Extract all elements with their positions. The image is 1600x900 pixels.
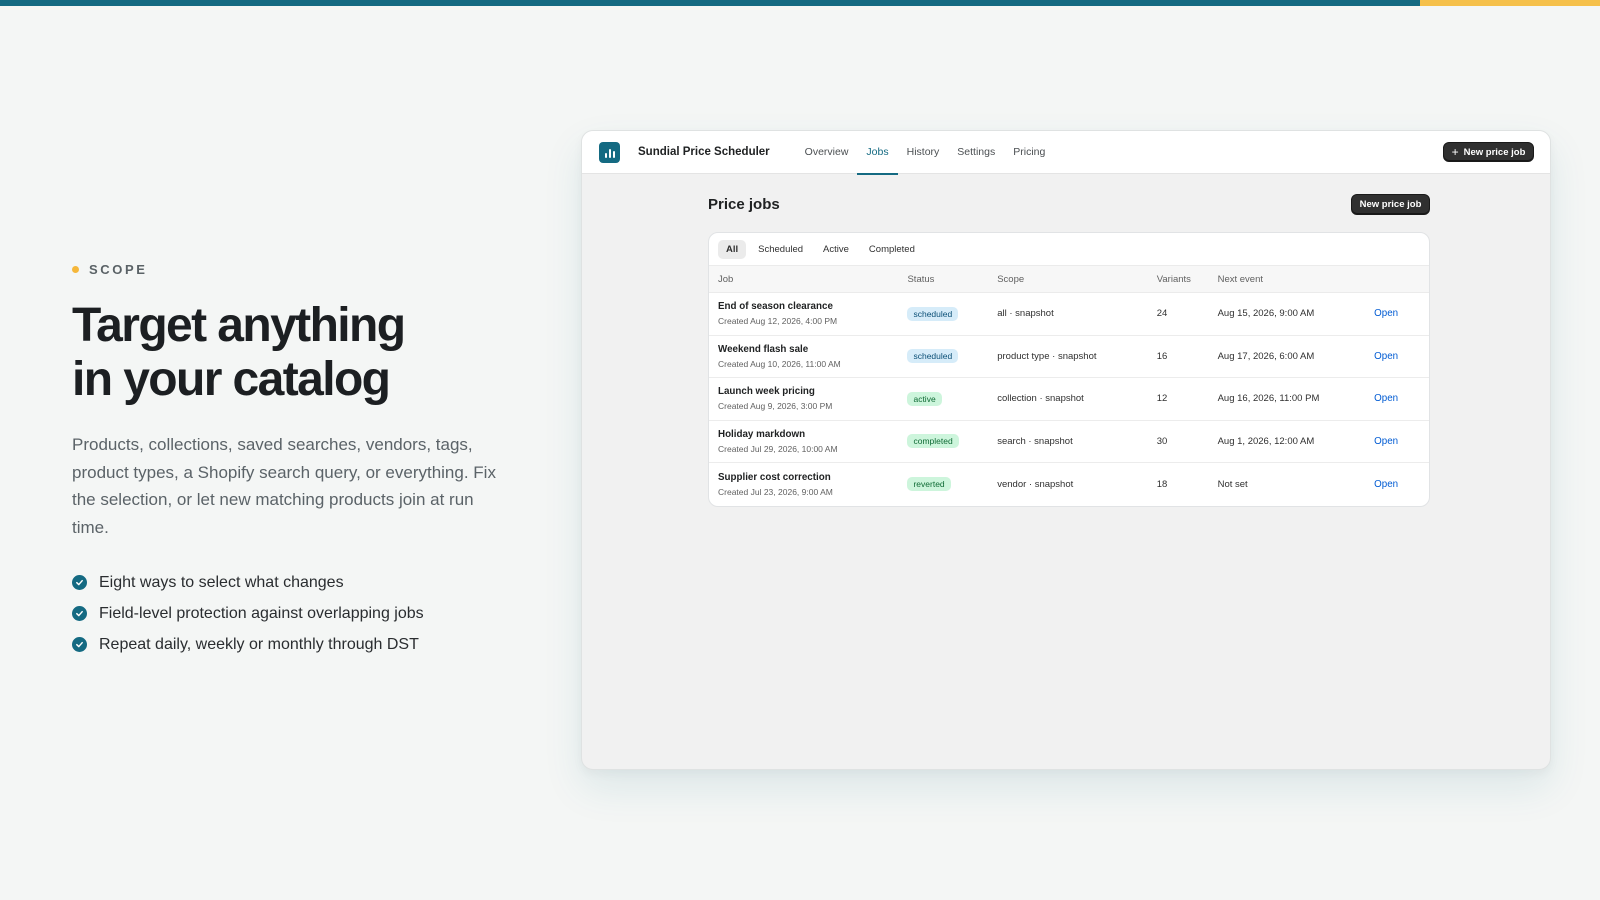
variants-cell: 24 (1156, 308, 1168, 320)
table-row: Holiday markdown Created Jul 29, 2026, 1… (709, 421, 1429, 463)
feature-label: Repeat daily, weekly or monthly through … (99, 635, 419, 653)
filter-tabs: All Scheduled Active Completed (709, 233, 1429, 265)
jobs-table-card: All Scheduled Active Completed Job Statu… (708, 232, 1430, 507)
variants-cell: 18 (1156, 478, 1168, 490)
feature-item: Eight ways to select what changes (72, 567, 512, 598)
job-created: Created Aug 10, 2026, 11:00 AM (718, 358, 841, 369)
hero-description: Products, collections, saved searches, v… (72, 435, 496, 537)
variants-cell: 16 (1156, 350, 1168, 362)
feature-item: Field-level protection against overlappi… (72, 598, 512, 629)
tab-pricing[interactable]: Pricing (1004, 131, 1054, 174)
top-accent-bar (0, 0, 1600, 6)
feature-label: Eight ways to select what changes (99, 573, 344, 591)
job-cell: Weekend flash sale Created Aug 10, 2026,… (709, 344, 907, 369)
scope-cell: all · snapshot (997, 308, 1054, 320)
check-icon (72, 575, 87, 590)
feature-label: Field-level protection against overlappi… (99, 604, 424, 622)
status-badge: scheduled (907, 349, 959, 364)
page-title: Price jobs (708, 196, 780, 213)
bar-chart-logo-icon (599, 141, 620, 163)
status-badge: active (907, 391, 942, 406)
job-cell: Supplier cost correction Created Jul 23,… (709, 472, 907, 497)
app-nav: Overview Jobs History Settings Pricing (796, 131, 1055, 175)
hero-headline: Target anything in your catalog (72, 299, 512, 407)
hero-section: SCOPE Target anything in your catalog Pr… (72, 262, 512, 660)
feature-item: Repeat daily, weekly or monthly through … (72, 629, 512, 660)
table-row: End of season clearance Created Aug 12, … (709, 293, 1429, 336)
open-link[interactable]: Open (1374, 351, 1398, 362)
status-badge: completed (907, 434, 959, 449)
feature-list: Eight ways to select what changes Field-… (72, 567, 512, 660)
job-cell: Holiday markdown Created Jul 29, 2026, 1… (709, 429, 907, 454)
status-cell: active (907, 391, 997, 406)
open-link[interactable]: Open (1374, 436, 1398, 447)
check-icon (72, 637, 87, 652)
scope-cell: collection · snapshot (997, 393, 1084, 405)
app-window: Sundial Price Scheduler Overview Jobs Hi… (581, 130, 1551, 770)
variants-cell: 30 (1156, 435, 1168, 447)
status-cell: reverted (907, 477, 997, 492)
eyebrow-label: SCOPE (89, 262, 148, 277)
job-name: Holiday markdown (718, 428, 806, 440)
status-cell: scheduled (907, 306, 997, 321)
next-event-cell: Aug 15, 2026, 9:00 AM (1217, 308, 1315, 320)
status-cell: scheduled (907, 349, 997, 364)
filter-all[interactable]: All (718, 239, 747, 259)
column-scope: Scope (997, 273, 1025, 285)
eyebrow: SCOPE (72, 262, 512, 277)
table-row: Launch week pricing Created Aug 9, 2026,… (709, 378, 1429, 421)
table-row: Supplier cost correction Created Jul 23,… (709, 463, 1429, 506)
status-badge: scheduled (907, 306, 959, 321)
column-next-event: Next event (1217, 273, 1264, 285)
scope-cell: vendor · snapshot (997, 478, 1074, 490)
job-created: Created Jul 29, 2026, 10:00 AM (718, 443, 838, 454)
column-status: Status (907, 273, 935, 285)
job-cell: End of season clearance Created Aug 12, … (709, 301, 907, 326)
column-variants: Variants (1156, 273, 1191, 285)
next-event-cell: Aug 17, 2026, 6:00 AM (1217, 350, 1315, 362)
column-job: Job (718, 273, 734, 285)
job-name: Weekend flash sale (718, 343, 809, 355)
filter-scheduled[interactable]: Scheduled (750, 240, 811, 259)
next-event-cell: Aug 1, 2026, 12:00 AM (1217, 435, 1315, 447)
scope-cell: product type · snapshot (997, 350, 1097, 362)
new-price-job-button[interactable]: New price job (1351, 194, 1430, 215)
plus-icon: + (1451, 145, 1459, 159)
job-name: Launch week pricing (718, 386, 815, 398)
header-new-price-job-button[interactable]: + New price job (1443, 142, 1534, 162)
status-cell: completed (907, 434, 997, 449)
job-name: Supplier cost correction (718, 471, 831, 483)
job-created: Created Aug 12, 2026, 4:00 PM (718, 316, 838, 327)
tab-settings[interactable]: Settings (948, 131, 1004, 174)
table-header: Job Status Scope Variants Next event (709, 265, 1429, 293)
top-accent-gold (1420, 0, 1600, 6)
eyebrow-dot-icon (72, 266, 79, 273)
next-event-cell: Aug 16, 2026, 11:00 PM (1217, 393, 1320, 405)
app-name: Sundial Price Scheduler (638, 146, 770, 158)
header-new-price-job-label: New price job (1463, 146, 1526, 158)
top-accent-teal (0, 0, 1420, 6)
job-cell: Launch week pricing Created Aug 9, 2026,… (709, 386, 907, 411)
tab-jobs[interactable]: Jobs (857, 131, 898, 175)
tab-history[interactable]: History (898, 131, 949, 174)
job-created: Created Jul 23, 2026, 9:00 AM (718, 486, 833, 497)
hero-headline-line1: Target anything (72, 299, 406, 352)
app-header: Sundial Price Scheduler Overview Jobs Hi… (582, 131, 1550, 175)
status-badge: reverted (907, 477, 951, 492)
open-link[interactable]: Open (1374, 393, 1398, 404)
check-icon (72, 606, 87, 621)
next-event-cell: Not set (1217, 478, 1248, 490)
job-name: End of season clearance (718, 301, 833, 313)
tab-overview[interactable]: Overview (796, 131, 858, 174)
page-header: Price jobs New price job (708, 194, 1430, 215)
job-created: Created Aug 9, 2026, 3:00 PM (718, 401, 833, 412)
filter-active[interactable]: Active (815, 240, 857, 259)
open-link[interactable]: Open (1374, 308, 1398, 319)
open-link[interactable]: Open (1374, 479, 1398, 490)
scope-cell: search · snapshot (997, 435, 1073, 447)
table-row: Weekend flash sale Created Aug 10, 2026,… (709, 336, 1429, 378)
variants-cell: 12 (1156, 393, 1168, 405)
hero-headline-line2: in your catalog (72, 353, 391, 406)
filter-completed[interactable]: Completed (861, 240, 923, 259)
